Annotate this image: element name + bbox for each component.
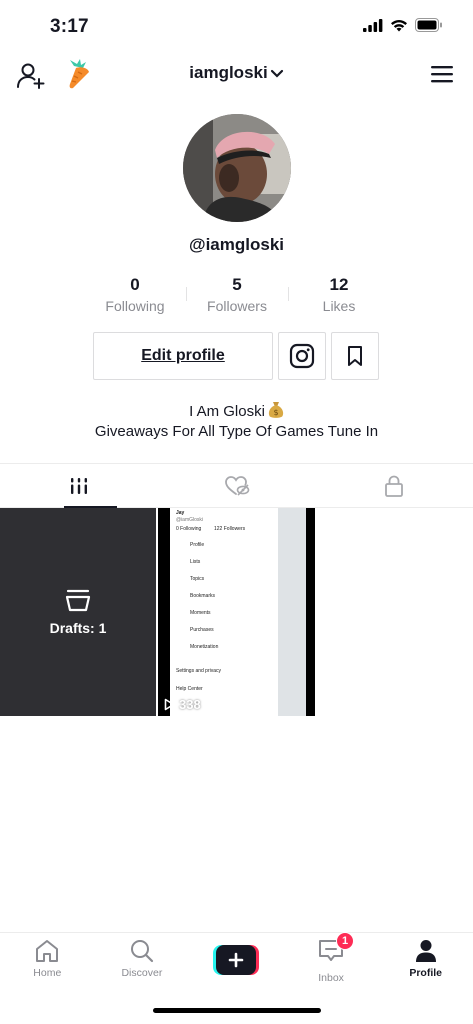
stat-value: 12 (329, 275, 349, 294)
mini-menu-item: Topics (190, 576, 205, 582)
mini-help: Help Center (176, 686, 203, 692)
nav-create[interactable] (189, 933, 284, 992)
nav-discover[interactable]: Discover (95, 933, 190, 992)
stat-likes[interactable]: 12 Likes (288, 275, 390, 319)
mini-name: Jay (176, 510, 185, 516)
tab-videos[interactable] (0, 464, 158, 508)
tab-liked[interactable] (158, 464, 316, 507)
wifi-icon (391, 19, 407, 31)
mini-menu-item: Profile (190, 542, 205, 548)
stat-value: 0 (130, 275, 140, 294)
drafts-tile[interactable]: Drafts: 1 (0, 508, 156, 716)
liked-hidden-icon (224, 475, 249, 496)
tab-private[interactable] (315, 464, 473, 507)
mini-handle: @iamGloski (176, 517, 204, 523)
search-icon (130, 940, 153, 963)
mini-menu-item: Moments (190, 610, 211, 616)
mini-menu-item: Purchases (190, 627, 214, 633)
video-grid: Drafts: 1 Jay @iamGloski 0 Following 122… (0, 508, 473, 716)
home-icon (36, 940, 59, 962)
username-label: iamgloski (189, 63, 268, 82)
stat-value: 5 (232, 275, 242, 294)
nav-label: Home (33, 967, 62, 979)
nav-label: Discover (121, 967, 163, 979)
inbox-icon-wrap: 1 (318, 932, 355, 968)
battery-icon (415, 18, 442, 32)
bookmark-icon (348, 346, 362, 366)
bio-line-1: I Am Gloski $ (0, 401, 473, 422)
avatar[interactable] (183, 114, 291, 222)
create-plus-icon (216, 945, 257, 975)
nav-home[interactable]: Home (0, 933, 95, 992)
stat-label: Following (105, 298, 165, 314)
grid-icon (70, 477, 87, 494)
signal-icon (363, 18, 383, 32)
video-tile[interactable]: Jay @iamGloski 0 Following 122 Followers… (158, 508, 315, 716)
mini-settings: Settings and privacy (176, 668, 222, 674)
nav-inbox[interactable]: 1 Inbox (284, 932, 379, 992)
status-icons (363, 18, 443, 32)
stat-following[interactable]: 0 Following (84, 275, 186, 319)
drafts-icon (65, 589, 91, 612)
profile-handle: @iamgloski (189, 235, 284, 254)
instagram-button[interactable] (278, 332, 326, 380)
video-thumbnail: Jay @iamGloski 0 Following 122 Followers… (170, 508, 306, 716)
profile-icon (415, 940, 436, 962)
status-time: 3:17 (50, 16, 89, 37)
bookmark-button[interactable] (331, 332, 379, 380)
mini-followers: 122 Followers (214, 526, 246, 532)
bio-text: I Am Gloski (189, 403, 265, 420)
inbox-badge: 1 (336, 932, 355, 950)
stat-followers[interactable]: 5 Followers (186, 275, 288, 319)
play-icon (164, 698, 175, 711)
bio-line-2: Giveaways For All Type Of Games Tune In (94, 423, 379, 440)
profile-header: iamgloski (0, 52, 473, 96)
lock-icon (385, 475, 404, 497)
mini-menu-item: Lists (190, 559, 201, 565)
edit-profile-button[interactable]: Edit profile (93, 332, 273, 380)
mini-following: 0 Following (176, 526, 202, 532)
bottom-nav: Home Discover 1 Inbox Profile (0, 932, 473, 992)
money-bag-icon: $ (268, 402, 284, 418)
drafts-label: Drafts: 1 (49, 620, 107, 636)
account-switcher[interactable]: iamgloski (0, 63, 473, 83)
mini-menu-item: Monetization (190, 644, 219, 650)
thumbnail-side-panel (278, 508, 306, 716)
menu-icon[interactable] (429, 63, 455, 85)
nav-label: Profile (409, 967, 443, 979)
nav-profile[interactable]: Profile (378, 933, 473, 992)
view-count-text: 338 (179, 697, 201, 712)
stat-label: Followers (207, 298, 267, 314)
stat-label: Likes (322, 298, 356, 314)
nav-label: Inbox (318, 972, 344, 984)
profile-actions: Edit profile (93, 332, 379, 380)
view-count: 338 (164, 697, 201, 712)
avatar-photo (183, 114, 291, 222)
create-button (213, 945, 260, 975)
chevron-down-icon (270, 69, 283, 78)
content-tabs (0, 463, 473, 508)
profile-bio: I Am Gloski $ Giveaways For All Type Of G… (0, 401, 473, 442)
profile-stats: 0 Following 5 Followers 12 Likes (84, 275, 390, 319)
mini-menu-item: Bookmarks (190, 593, 216, 599)
svg-text:$: $ (273, 408, 278, 417)
home-indicator[interactable] (153, 1008, 321, 1013)
instagram-icon (289, 343, 315, 369)
status-bar: 3:17 (0, 0, 473, 52)
